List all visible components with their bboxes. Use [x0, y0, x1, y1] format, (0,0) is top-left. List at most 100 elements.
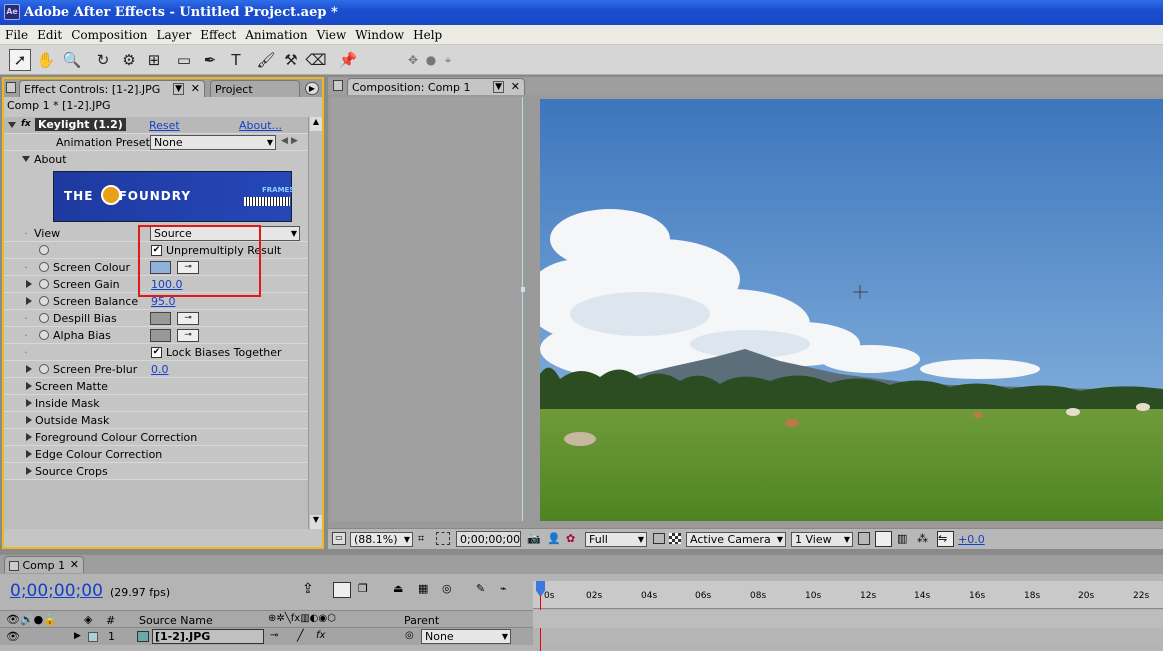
toggle-pixel-aspect-icon[interactable]	[858, 532, 870, 545]
layer-duration-bar[interactable]	[541, 628, 1163, 645]
lock-biases-checkbox[interactable]: ✔	[151, 347, 162, 358]
channel-icon[interactable]: ✿	[566, 532, 575, 545]
menu-view[interactable]: View	[312, 25, 351, 42]
expand-triangle-icon[interactable]: ▶	[74, 631, 81, 641]
label-color-swatch[interactable]	[88, 632, 98, 642]
close-icon[interactable]: ✕	[191, 82, 200, 95]
tab-comp-1[interactable]: Comp 1 ✕	[4, 556, 84, 573]
group-row[interactable]: Edge Colour Correction	[4, 446, 308, 463]
source-name-header[interactable]: Source Name	[139, 614, 213, 627]
expand-triangle-icon[interactable]	[26, 280, 32, 288]
prev-preset-icon[interactable]: ◀	[281, 136, 288, 146]
menu-edit[interactable]: Edit	[32, 25, 66, 42]
parent-dropdown[interactable]: None	[421, 629, 511, 644]
tab-composition[interactable]: Composition: Comp 1 ▼ ✕	[347, 78, 525, 95]
lock-icon[interactable]	[9, 561, 19, 571]
group-row[interactable]: Screen Matte	[4, 378, 308, 395]
hide-shy-layers-icon[interactable]: ⏏	[393, 582, 403, 595]
time-ruler[interactable]	[533, 581, 1163, 609]
fx-icon[interactable]: fx	[21, 119, 31, 129]
eraser-tool-icon[interactable]: ⌫	[305, 49, 327, 71]
av-features-icon[interactable]: 👁🔊●🔒	[6, 613, 57, 626]
zoom-dropdown[interactable]: (88.1%)	[350, 532, 413, 547]
transparency-grid-icon[interactable]	[669, 533, 681, 544]
switches-header-icon[interactable]: ⊕✲╲fx▥◐◉⬡	[268, 613, 336, 624]
reset-exposure-icon[interactable]: ⇋	[937, 531, 954, 547]
expand-triangle-icon[interactable]	[26, 365, 32, 373]
graph-editor-icon[interactable]: ⌁	[500, 582, 507, 595]
motion-blur-icon[interactable]: ◎	[442, 582, 452, 595]
panel-menu-icon[interactable]: ▶	[305, 82, 319, 95]
stopwatch-icon[interactable]	[39, 296, 49, 306]
view-axis-icon[interactable]: ⌖	[437, 49, 459, 71]
label-column-icon[interactable]: ◈	[84, 613, 92, 626]
collapse-triangle-icon[interactable]	[22, 156, 30, 162]
menu-help[interactable]: Help	[408, 25, 446, 42]
menu-animation[interactable]: Animation	[240, 25, 311, 42]
screen-preblur-value[interactable]: 0.0	[151, 363, 169, 376]
puppet-pin-tool-icon[interactable]: 📌	[337, 49, 359, 71]
stopwatch-icon[interactable]	[39, 330, 49, 340]
about-link[interactable]: About...	[239, 119, 282, 132]
alpha-bias-swatch[interactable]	[150, 329, 171, 342]
eye-icon[interactable]: 👁	[6, 630, 20, 643]
pan-behind-tool-icon[interactable]: ⊞	[143, 49, 165, 71]
scroll-up-icon[interactable]: ▲	[310, 117, 322, 131]
tab-effect-controls[interactable]: Effect Controls: [1-2].JPG ▼ ✕	[19, 80, 205, 97]
scrollbar[interactable]: ▲ ▼	[308, 117, 322, 529]
expand-triangle-icon[interactable]	[26, 450, 32, 458]
clone-stamp-tool-icon[interactable]: ⚒	[280, 49, 302, 71]
selection-tool-icon[interactable]: ➚	[9, 49, 31, 71]
menu-window[interactable]: Window	[350, 25, 408, 42]
stopwatch-icon[interactable]	[39, 364, 49, 374]
current-time-display[interactable]: 0;00;00;00	[456, 531, 521, 547]
tab-project[interactable]: Project	[210, 80, 300, 97]
group-row[interactable]: Outside Mask	[4, 412, 308, 429]
lock-icon[interactable]	[6, 82, 16, 93]
stopwatch-icon[interactable]	[39, 279, 49, 289]
menu-file[interactable]: File	[0, 25, 32, 42]
group-row[interactable]: Inside Mask	[4, 395, 308, 412]
lock-icon[interactable]	[333, 80, 343, 91]
frame-blending-icon[interactable]: ▦	[418, 582, 428, 595]
rectangle-mask-tool-icon[interactable]: ▭	[173, 49, 195, 71]
eyedropper-icon[interactable]: ⊸	[177, 312, 199, 325]
snapshot-icon[interactable]: 📷	[527, 532, 541, 545]
quality-switch-icon[interactable]: ╱	[297, 629, 304, 642]
menu-effect[interactable]: Effect	[195, 25, 240, 42]
title-safe-icon[interactable]: ⌗	[418, 532, 424, 546]
camera-dropdown[interactable]: Active Camera	[686, 532, 786, 547]
shy-switch-icon[interactable]: ⊸	[270, 630, 278, 641]
eyedropper-icon[interactable]: ⊸	[177, 329, 199, 342]
stopwatch-icon[interactable]	[39, 262, 49, 272]
zoom-tool-icon[interactable]: 🔍	[61, 49, 83, 71]
pick-whip-icon[interactable]: ◎	[405, 630, 414, 641]
expand-triangle-icon[interactable]	[26, 297, 32, 305]
group-row[interactable]: Foreground Colour Correction	[4, 429, 308, 446]
menu-composition[interactable]: Composition	[66, 25, 151, 42]
timeline-icon[interactable]: ▥	[897, 532, 907, 545]
expand-triangle-icon[interactable]	[26, 433, 32, 441]
region-of-interest-icon[interactable]	[653, 533, 665, 544]
draft-3d-icon[interactable]: ❐	[358, 582, 368, 595]
comp-flowchart-icon[interactable]: ⁂	[917, 532, 928, 545]
reset-button[interactable]: Reset	[149, 119, 180, 132]
expand-triangle-icon[interactable]	[26, 416, 32, 424]
pen-tool-icon[interactable]: ✒	[199, 49, 221, 71]
stopwatch-icon[interactable]	[39, 245, 49, 255]
expand-triangle-icon[interactable]	[26, 467, 32, 475]
brush-tool-icon[interactable]: 🖌	[255, 49, 277, 71]
text-tool-icon[interactable]: T	[225, 49, 247, 71]
rotate-tool-icon[interactable]: ↻	[92, 49, 114, 71]
group-row[interactable]: Source Crops	[4, 463, 308, 480]
effects-switch-icon[interactable]: fx	[316, 630, 325, 641]
despill-bias-swatch[interactable]	[150, 312, 171, 325]
tab-menu-chevron-icon[interactable]: ▼	[493, 81, 504, 93]
hand-tool-icon[interactable]: ✋	[35, 49, 57, 71]
timeline-timecode[interactable]: 0;00;00;00	[10, 581, 103, 601]
resolution-dropdown[interactable]: Full	[585, 532, 647, 547]
parent-header[interactable]: Parent	[404, 614, 439, 627]
guide-handle[interactable]	[521, 287, 525, 292]
show-snapshot-icon[interactable]: 👤	[547, 532, 561, 545]
close-icon[interactable]: ✕	[511, 80, 520, 93]
